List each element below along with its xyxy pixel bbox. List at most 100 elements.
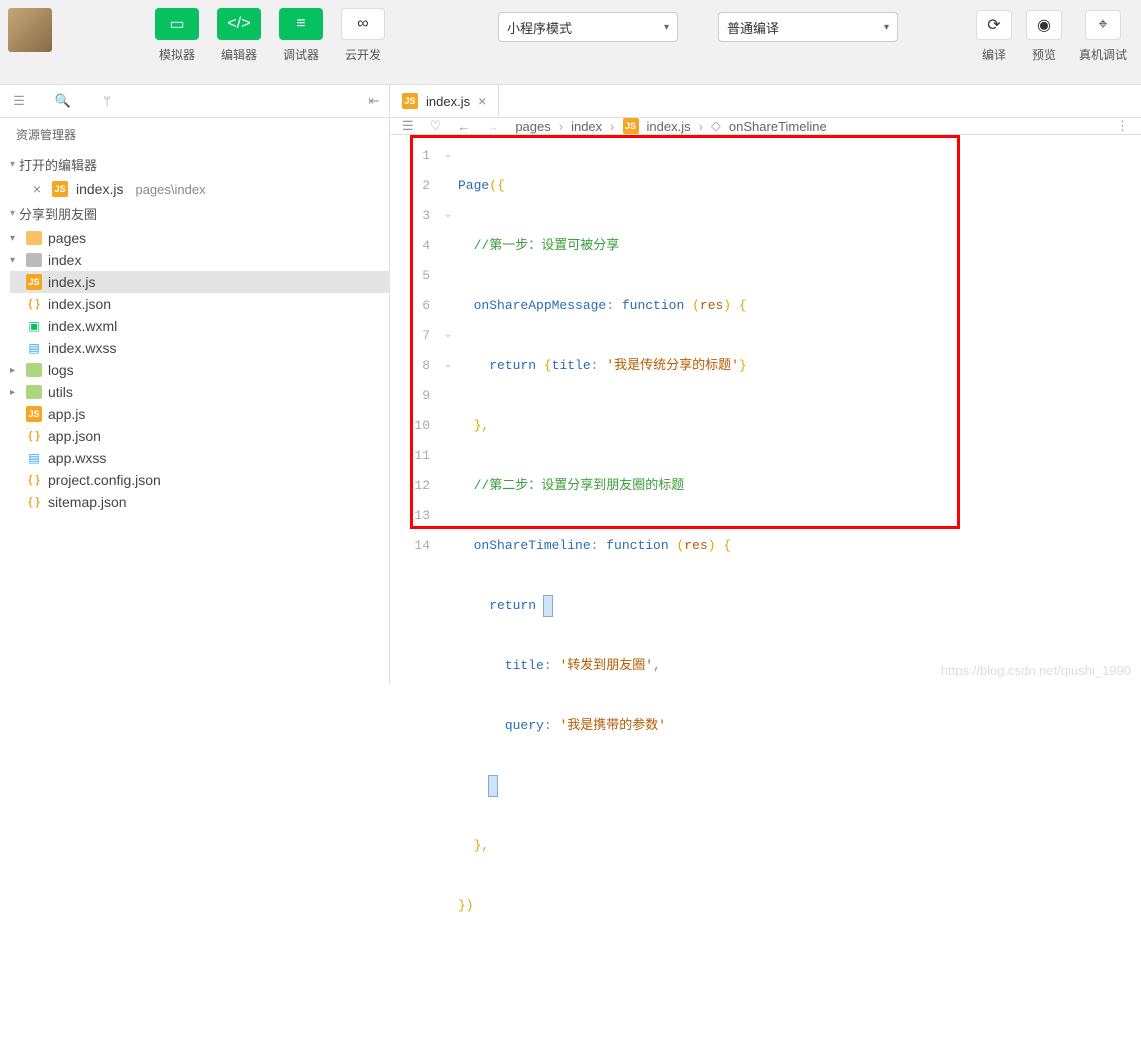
cloud-icon: ∞ — [341, 8, 385, 40]
token: function — [606, 538, 668, 553]
token: ({ — [489, 178, 505, 193]
close-icon[interactable]: × — [478, 93, 486, 109]
breadcrumbs: pages › index › JS index.js › ◇ onShareT… — [515, 118, 826, 134]
file-app-json[interactable]: { } app.json — [10, 425, 389, 447]
breadcrumb-item[interactable]: onShareTimeline — [729, 119, 827, 134]
compile-button[interactable]: ⟳ 编译 — [973, 8, 1015, 63]
file-project-config[interactable]: { } project.config.json — [10, 469, 389, 491]
file-sitemap[interactable]: { } sitemap.json — [10, 491, 389, 513]
device-debug-button[interactable]: ⌖ 真机调试 — [1073, 8, 1133, 63]
preview-button[interactable]: ◉ 预览 — [1023, 8, 1065, 63]
folder-index[interactable]: ▾ index — [10, 249, 389, 271]
file-index-wxml[interactable]: ▣ index.wxml — [10, 315, 389, 337]
line-number: 7 — [390, 321, 430, 351]
cloud-button[interactable]: ∞ 云开发 — [338, 8, 388, 63]
forward-icon[interactable]: → — [486, 119, 499, 134]
compile-select[interactable]: 普通编译 ▾ — [718, 12, 898, 42]
debugger-button[interactable]: ≡ 调试器 — [276, 8, 326, 63]
editor-tabs: JS index.js × — [390, 85, 499, 117]
fold-marker[interactable]: ⌄ — [438, 141, 458, 171]
fold-marker[interactable]: ⌄ — [438, 351, 458, 381]
chevron-right-icon: ▸ — [10, 365, 20, 376]
breadcrumb-item[interactable]: pages — [515, 119, 550, 134]
js-file-icon: JS — [52, 181, 68, 197]
open-editors-section[interactable]: ▾ 打开的编辑器 — [0, 151, 389, 178]
chevron-right-icon: › — [559, 119, 563, 134]
tab-index-js[interactable]: JS index.js × — [390, 85, 499, 117]
method-icon: ◇ — [711, 118, 721, 134]
line-number: 11 — [390, 441, 430, 471]
simulator-label: 模拟器 — [159, 46, 195, 63]
outline-icon[interactable]: ☰ — [402, 118, 414, 134]
main-area: 资源管理器 ▾ 打开的编辑器 × JS index.js pages\index… — [0, 118, 1141, 684]
token: //第一步：设置可被分享 — [474, 238, 620, 253]
debugger-label: 调试器 — [283, 46, 319, 63]
wxml-file-icon: ▣ — [26, 318, 42, 334]
compile-label: 编译 — [982, 46, 1006, 63]
file-index-js[interactable]: JS index.js — [10, 271, 389, 293]
workspace-section[interactable]: ▾ 分享到朋友圈 — [0, 200, 389, 227]
folder-icon — [26, 231, 42, 245]
file-app-js[interactable]: JS app.js — [10, 403, 389, 425]
close-icon[interactable]: × — [30, 181, 44, 197]
back-icon[interactable]: ← — [457, 119, 470, 134]
file-label: project.config.json — [48, 472, 161, 488]
line-number: 1 — [390, 141, 430, 171]
branch-icon[interactable]: ᛘ — [98, 92, 116, 110]
file-label: index.js — [48, 274, 95, 290]
token: query — [505, 718, 544, 733]
line-number: 13 — [390, 501, 430, 531]
line-number: 9 — [390, 381, 430, 411]
bookmark-icon[interactable]: ♡ — [430, 118, 442, 134]
breadcrumb-item[interactable]: index.js — [647, 119, 691, 134]
line-number: 6 — [390, 291, 430, 321]
json-file-icon: { } — [26, 472, 42, 488]
file-index-json[interactable]: { } index.json — [10, 293, 389, 315]
file-label: index.json — [48, 296, 111, 312]
mode-select-value: 小程序模式 — [507, 18, 654, 37]
folder-utils[interactable]: ▸ utils — [10, 381, 389, 403]
chevron-down-icon: ▾ — [664, 22, 669, 33]
file-index-wxss[interactable]: ▤ index.wxss — [10, 337, 389, 359]
fold-marker[interactable]: ⌄ — [438, 321, 458, 351]
mode-select[interactable]: 小程序模式 ▾ — [498, 12, 678, 42]
editor-label: 编辑器 — [221, 46, 257, 63]
token: onShareTimeline — [474, 538, 591, 553]
code-area[interactable]: 1 2 3 4 5 6 7 8 9 10 11 12 13 14 ⌄ ⌄ — [390, 135, 1141, 1041]
chevron-down-icon: ▾ — [884, 22, 889, 33]
top-toolbar: ▭ 模拟器 </> 编辑器 ≡ 调试器 ∞ 云开发 小程序模式 ▾ 普通编译 ▾… — [0, 0, 1141, 84]
cursor-selection — [489, 776, 497, 796]
folder-pages[interactable]: ▾ pages — [10, 227, 389, 249]
fold-marker[interactable]: ⌄ — [438, 201, 458, 231]
token: }) — [458, 898, 474, 913]
file-label: app.js — [48, 406, 85, 422]
code-content[interactable]: Page({ //第一步：设置可被分享 onShareAppMessage: f… — [458, 141, 1141, 1041]
project-avatar[interactable] — [8, 8, 52, 52]
simulator-button[interactable]: ▭ 模拟器 — [152, 8, 202, 63]
fold-gutter: ⌄ ⌄ ⌄ ⌄ — [438, 141, 458, 1041]
right-tool-group: ⟳ 编译 ◉ 预览 ⌖ 真机调试 — [973, 8, 1133, 63]
open-file-item[interactable]: × JS index.js pages\index — [0, 178, 389, 200]
file-app-wxss[interactable]: ▤ app.wxss — [10, 447, 389, 469]
toggle-sidebar-icon[interactable]: ⇤ — [365, 92, 383, 110]
list-icon[interactable]: ☰ — [10, 92, 28, 110]
more-icon[interactable]: ⋮ — [1116, 118, 1129, 134]
search-icon[interactable]: 🔍 — [54, 92, 72, 110]
watermark: https://blog.csdn.net/qiushi_1990 — [941, 663, 1131, 678]
explorer-toolbar: ☰ 🔍 ᛘ ⇤ — [0, 85, 390, 117]
chevron-right-icon: › — [699, 119, 703, 134]
editor-button[interactable]: </> 编辑器 — [214, 8, 264, 63]
wxss-file-icon: ▤ — [26, 450, 42, 466]
token: '我是传统分享的标题' — [606, 358, 739, 373]
device-debug-label: 真机调试 — [1079, 46, 1127, 63]
token: res — [684, 538, 707, 553]
secondary-bar: ☰ 🔍 ᛘ ⇤ JS index.js × — [0, 84, 1141, 118]
open-file-path: pages\index — [135, 182, 205, 197]
folder-logs[interactable]: ▸ logs — [10, 359, 389, 381]
main-tool-group: ▭ 模拟器 </> 编辑器 ≡ 调试器 ∞ 云开发 — [152, 8, 388, 63]
line-number: 10 — [390, 411, 430, 441]
phone-icon: ▭ — [155, 8, 199, 40]
file-label: sitemap.json — [48, 494, 127, 510]
token: res — [700, 298, 723, 313]
breadcrumb-item[interactable]: index — [571, 119, 602, 134]
